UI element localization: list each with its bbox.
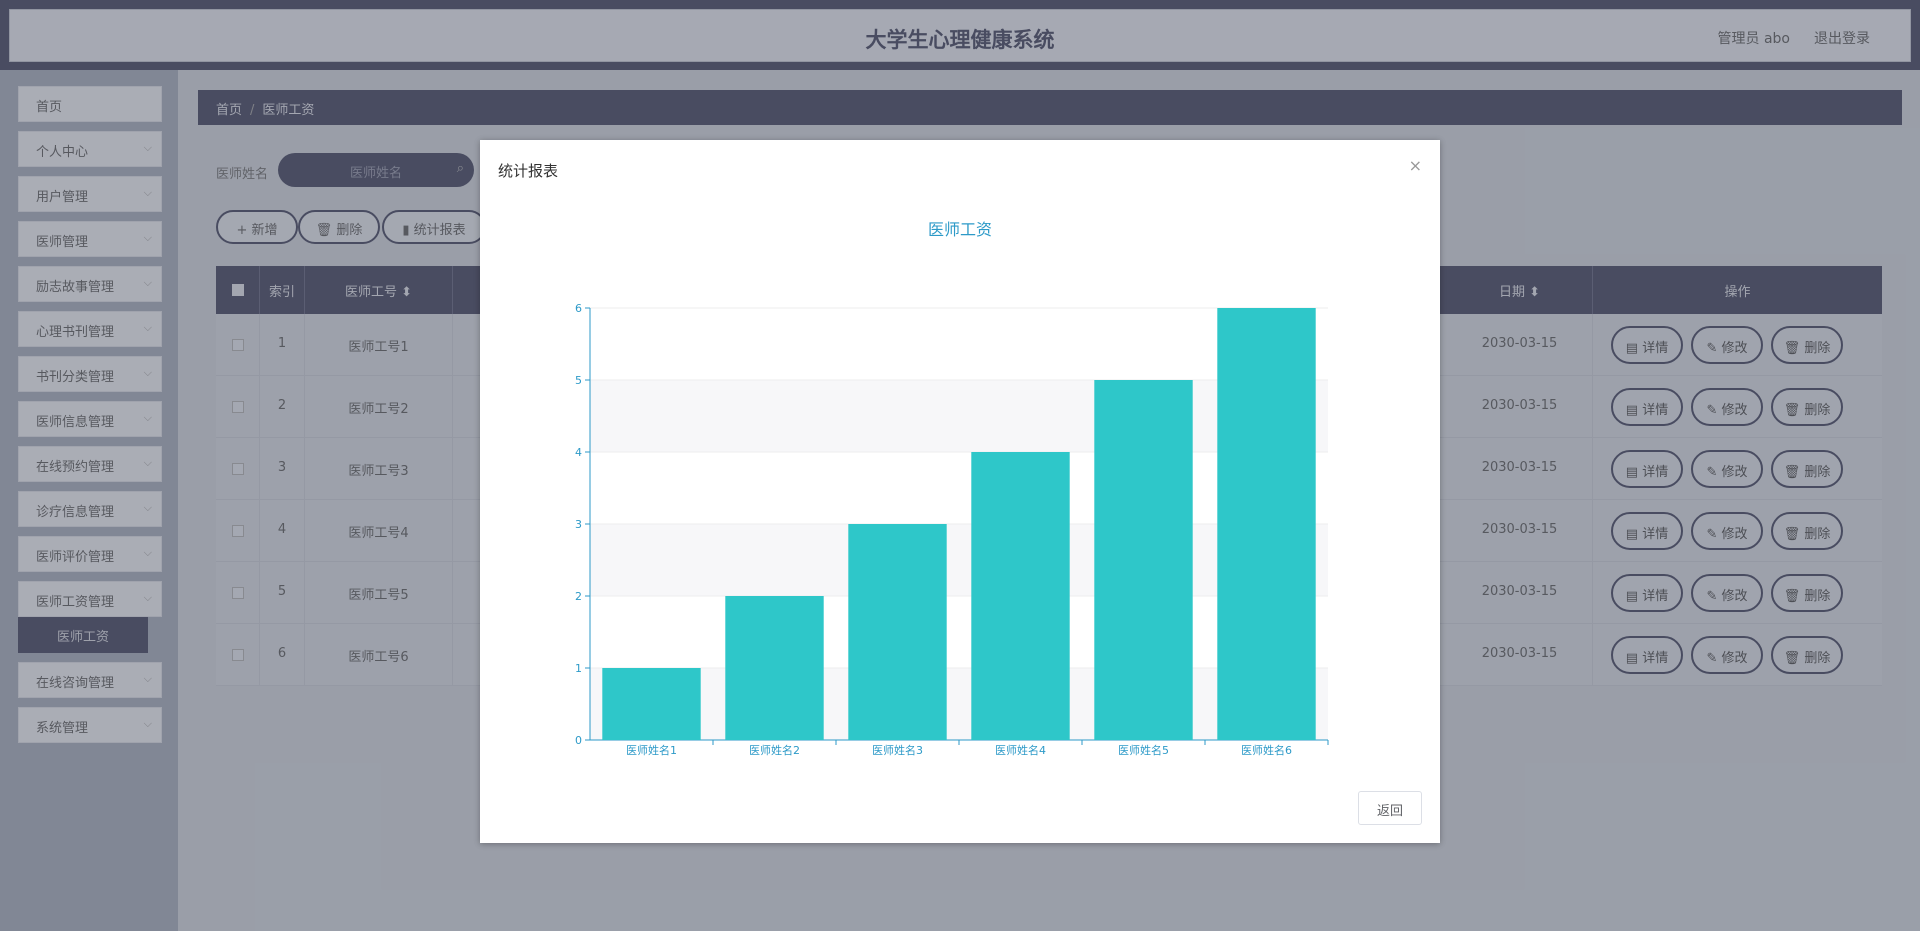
close-icon[interactable]: ×: [1409, 156, 1422, 175]
chart-bar: [971, 452, 1070, 740]
y-tick-label: 6: [575, 302, 582, 315]
x-tick-label: 医师姓名5: [1118, 743, 1169, 757]
x-tick-label: 医师姓名3: [872, 743, 923, 757]
chart-bar: [848, 524, 947, 740]
y-tick-label: 0: [575, 734, 582, 747]
y-tick-label: 4: [575, 446, 582, 459]
y-tick-label: 3: [575, 518, 582, 531]
x-tick-label: 医师姓名2: [749, 743, 800, 757]
y-tick-label: 1: [575, 662, 582, 675]
bar-chart: 0 1 2 3 4 5 6 医师姓名1 医师姓名2 医师姓名3 医师姓名4 医师姓名5 医师姓名6: [575, 302, 1329, 757]
x-tick-label: 医师姓名6: [1241, 743, 1292, 757]
x-tick-label: 医师姓名4: [995, 743, 1046, 757]
y-tick-label: 2: [575, 590, 582, 603]
chart-bar: [602, 668, 701, 740]
back-button[interactable]: 返回: [1358, 791, 1422, 825]
chart-bar: [725, 596, 824, 740]
chart-title: 医师工资: [927, 220, 992, 239]
x-tick-label: 医师姓名1: [626, 743, 677, 757]
dialog-title: 统计报表: [498, 162, 559, 180]
y-tick-label: 5: [575, 374, 582, 387]
chart-bar: [1217, 308, 1316, 740]
chart-bar: [1094, 380, 1193, 740]
stats-report-dialog: 统计报表 × 医师工资 0 1 2 3 4 5 6 医师姓名1 医师姓名2 医师姓名3 医师姓名4 医…: [480, 140, 1440, 843]
